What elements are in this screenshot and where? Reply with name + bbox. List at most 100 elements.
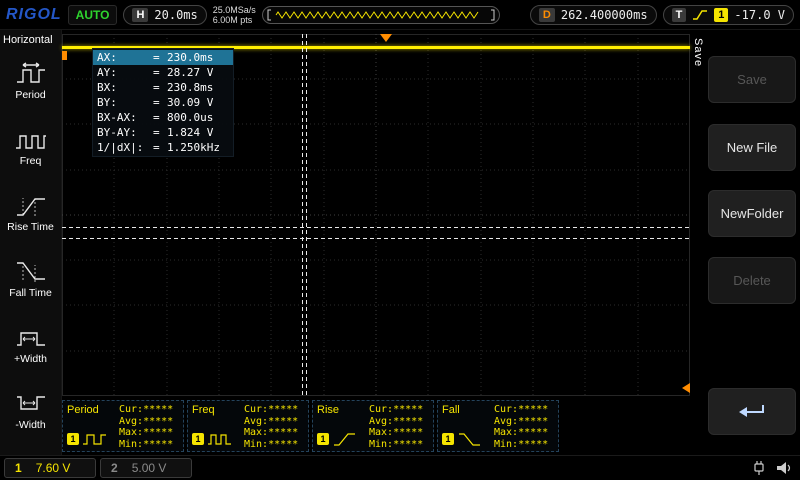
equals-sign: =: [153, 50, 167, 65]
cursor-row-byay[interactable]: BY-AY: = 1.824 V: [93, 125, 233, 140]
cursor-by-line[interactable]: [62, 238, 690, 239]
channel-number: 1: [15, 461, 22, 475]
horizontal-scale-value: 20.0ms: [154, 8, 197, 22]
sidebar-item-label: Freq: [20, 156, 42, 167]
measurement-avg: Avg:*****: [244, 416, 304, 428]
cursor-value: 30.09 V: [167, 95, 213, 110]
channel-badge: 1: [67, 433, 79, 445]
cursor-bx-line[interactable]: [306, 34, 307, 396]
new-file-button[interactable]: New File: [708, 124, 796, 171]
trigger-position-marker[interactable]: [380, 34, 392, 42]
sidebar-item-label: Rise Time: [7, 222, 54, 233]
delay-value: 262.400000ms: [561, 8, 648, 22]
measurement-min: Min:*****: [494, 439, 554, 451]
cursor-label: AY:: [97, 65, 153, 80]
measurement-min: Min:*****: [119, 439, 179, 451]
measurement-cur: Cur:*****: [244, 404, 304, 416]
cursor-row-ay[interactable]: AY: = 28.27 V: [93, 65, 233, 80]
cursor-ay-line[interactable]: [62, 227, 690, 228]
save-button[interactable]: Save: [708, 56, 796, 103]
usb-icon: [750, 460, 768, 476]
cursor-row-bxax[interactable]: BX-AX: = 800.0us: [93, 110, 233, 125]
cursor-row-ax[interactable]: AX: = 230.0ms: [93, 50, 233, 65]
equals-sign: =: [153, 140, 167, 155]
bottom-status-bar: 1 7.60 V 2 5.00 V: [0, 455, 800, 480]
top-status-bar: RIGOL AUTO H 20.0ms 25.0MSa/s 6.00M pts …: [0, 0, 800, 30]
trigger-level-marker[interactable]: [682, 383, 690, 393]
delay-pill[interactable]: D 262.400000ms: [530, 5, 657, 25]
return-arrow-icon: [734, 402, 770, 422]
rise-edge-icon: [332, 430, 358, 448]
measurement-name: Rise: [317, 404, 369, 416]
waveform-preview[interactable]: [262, 6, 500, 24]
channel-badge: 1: [192, 433, 204, 445]
acquisition-info: 25.0MSa/s 6.00M pts: [213, 5, 256, 25]
sidebar-item-label: +Width: [14, 354, 47, 365]
fall-time-icon: [14, 259, 48, 285]
delay-reference-marker: [62, 51, 67, 60]
trigger-slope-icon: [692, 8, 708, 22]
run-status-badge[interactable]: AUTO: [68, 5, 118, 25]
cursor-value: 800.0us: [167, 110, 213, 125]
sidebar-item-fall-time[interactable]: Fall Time: [0, 246, 61, 312]
measurement-avg: Avg:*****: [119, 416, 179, 428]
measurement-name: Fall: [442, 404, 494, 416]
t-badge: T: [672, 8, 687, 22]
sidebar-item-label: Fall Time: [9, 288, 52, 299]
cursor-row-inverse-dx[interactable]: 1/|dX|: = 1.250kHz: [93, 140, 233, 155]
measurement-max: Max:*****: [369, 427, 429, 439]
rise-time-icon: [14, 193, 48, 219]
sidebar-item-rise-time[interactable]: Rise Time: [0, 180, 61, 246]
measurement-values: Cur:***** Avg:***** Max:***** Min:*****: [494, 404, 554, 448]
measurement-panel-period[interactable]: Period 1 Cur:***** Avg:***** Max:***** M…: [62, 400, 184, 452]
back-button[interactable]: [708, 388, 796, 435]
equals-sign: =: [153, 65, 167, 80]
sidebar-item-minus-width[interactable]: -Width: [0, 378, 61, 444]
freq-icon: [14, 127, 48, 153]
trigger-channel-badge: 1: [714, 8, 728, 22]
measurement-panel-fall[interactable]: Fall 1 Cur:***** Avg:***** Max:***** Min…: [437, 400, 559, 452]
plus-width-icon: [14, 325, 48, 351]
sidebar-item-period[interactable]: Period: [0, 48, 61, 114]
channel-number: 2: [111, 461, 118, 475]
horizontal-menu-sidebar: Horizontal Period Freq Rise Time: [0, 30, 62, 455]
cursor-ax-line[interactable]: [302, 34, 303, 396]
scope-display[interactable]: AX: = 230.0ms AY: = 28.27 V BX: = 230.8m…: [62, 34, 690, 396]
measurement-name: Freq: [192, 404, 244, 416]
trigger-pill[interactable]: T 1 -17.0 V: [663, 5, 794, 25]
cursor-label: BX:: [97, 80, 153, 95]
period-waveform-icon: [82, 430, 108, 448]
measurement-cur: Cur:*****: [494, 404, 554, 416]
equals-sign: =: [153, 80, 167, 95]
cursor-readout-panel: AX: = 230.0ms AY: = 28.27 V BX: = 230.8m…: [92, 48, 234, 157]
cursor-row-bx[interactable]: BX: = 230.8ms: [93, 80, 233, 95]
measurement-panel-rise[interactable]: Rise 1 Cur:***** Avg:***** Max:***** Min…: [312, 400, 434, 452]
channel-badge: 1: [442, 433, 454, 445]
h-badge: H: [132, 8, 148, 22]
measurement-max: Max:*****: [494, 427, 554, 439]
horizontal-scale-pill[interactable]: H 20.0ms: [123, 5, 206, 25]
measurement-bar: Period 1 Cur:***** Avg:***** Max:***** M…: [62, 400, 690, 452]
measurement-max: Max:*****: [244, 427, 304, 439]
measurement-panel-freq[interactable]: Freq 1 Cur:***** Avg:***** Max:***** Min…: [187, 400, 309, 452]
measurement-cur: Cur:*****: [119, 404, 179, 416]
channel-1-status[interactable]: 1 7.60 V: [4, 458, 96, 478]
cursor-value: 1.824 V: [167, 125, 213, 140]
channel-2-status[interactable]: 2 5.00 V: [100, 458, 192, 478]
sidebar-item-label: -Width: [15, 420, 45, 431]
measurement-values: Cur:***** Avg:***** Max:***** Min:*****: [119, 404, 179, 448]
cursor-value: 28.27 V: [167, 65, 213, 80]
measurement-values: Cur:***** Avg:***** Max:***** Min:*****: [244, 404, 304, 448]
equals-sign: =: [153, 125, 167, 140]
new-folder-button[interactable]: NewFolder: [708, 190, 796, 237]
sidebar-item-plus-width[interactable]: +Width: [0, 312, 61, 378]
d-badge: D: [539, 8, 555, 22]
sidebar-item-freq[interactable]: Freq: [0, 114, 61, 180]
cursor-label: BY:: [97, 95, 153, 110]
cursor-row-by[interactable]: BY: = 30.09 V: [93, 95, 233, 110]
measurement-min: Min:*****: [244, 439, 304, 451]
delete-button[interactable]: Delete: [708, 257, 796, 304]
equals-sign: =: [153, 110, 167, 125]
measurement-avg: Avg:*****: [494, 416, 554, 428]
measurement-values: Cur:***** Avg:***** Max:***** Min:*****: [369, 404, 429, 448]
